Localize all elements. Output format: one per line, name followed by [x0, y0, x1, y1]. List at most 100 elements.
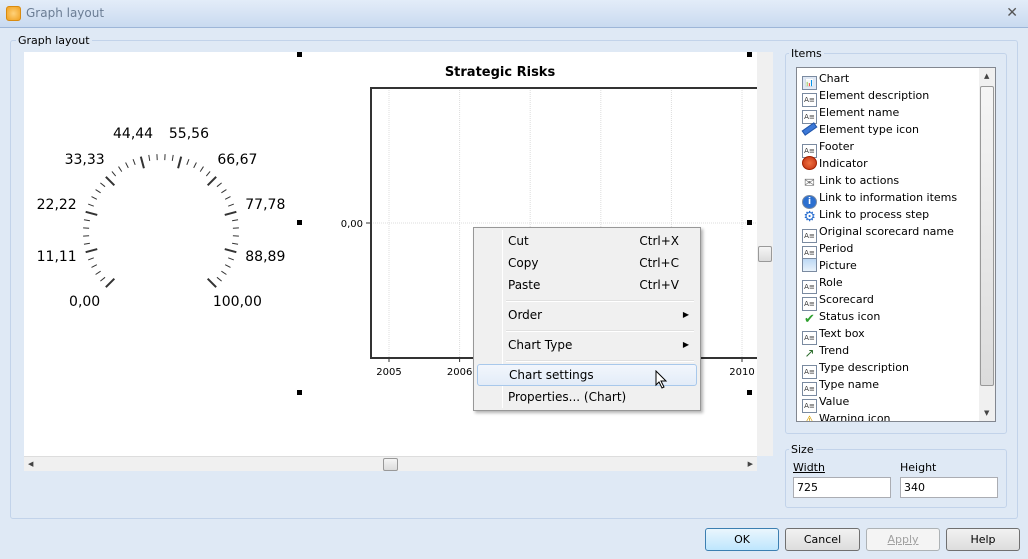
- selection-handle[interactable]: [297, 390, 302, 395]
- scroll-left-icon[interactable]: ◀: [28, 460, 33, 468]
- submenu-arrow-icon: ▶: [682, 340, 689, 349]
- menu-shortcut: Ctrl+C: [639, 256, 679, 270]
- list-item-label: Link to process step: [819, 208, 930, 221]
- items-list[interactable]: 📊 Chart A≡ Element description A≡ Element nam…: [796, 67, 996, 422]
- ok-button[interactable]: OK: [705, 528, 779, 551]
- gauge-major-tick: [177, 156, 183, 169]
- list-item[interactable]: A≡ Role: [802, 274, 843, 294]
- gauge-minor-tick: [88, 203, 94, 207]
- height-label: Height: [900, 461, 937, 474]
- menu-item-paste[interactable]: Paste Ctrl+V: [477, 274, 697, 296]
- title-bar: Graph layout ✕: [0, 0, 1028, 28]
- menu-item-chart-type[interactable]: Chart Type ▶: [477, 334, 697, 356]
- list-item-label: Status icon: [819, 310, 881, 323]
- gauge-minor-tick: [118, 166, 123, 172]
- gauge-minor-tick: [100, 276, 106, 282]
- gauge-minor-tick: [221, 270, 227, 275]
- menu-label: Chart Type: [508, 338, 573, 352]
- gauge-major-tick: [85, 210, 98, 216]
- list-item[interactable]: A≡ Element name: [802, 104, 899, 124]
- width-input[interactable]: 725: [793, 477, 891, 498]
- gauge-minor-tick: [199, 166, 204, 172]
- gauge-minor-tick: [132, 159, 136, 165]
- menu-shortcut: Ctrl+X: [639, 234, 679, 248]
- list-item-label: Link to information items: [819, 191, 958, 204]
- list-item[interactable]: i Link to information items: [802, 189, 958, 209]
- gauge-minor-tick: [171, 154, 174, 161]
- list-item-label: Type description: [819, 361, 909, 374]
- list-item[interactable]: ⚠ Warning icon: [802, 410, 891, 422]
- apply-button[interactable]: Apply: [866, 528, 940, 551]
- list-item[interactable]: ⚙ Link to process step: [802, 206, 930, 225]
- vertical-scrollbar[interactable]: [757, 52, 773, 456]
- menu-label: Cut: [508, 234, 529, 248]
- menu-item-order[interactable]: Order ▶: [477, 304, 697, 326]
- list-item[interactable]: 📊 Chart: [802, 70, 849, 90]
- help-button[interactable]: Help: [946, 528, 1020, 551]
- vertical-scroll-thumb[interactable]: [758, 246, 772, 262]
- gauge-minor-tick: [224, 196, 231, 200]
- menu-separator: [506, 300, 694, 302]
- list-item[interactable]: A≡ Element description: [802, 87, 929, 107]
- gauge-minor-tick: [95, 270, 101, 275]
- horizontal-scrollbar[interactable]: ◀ ▶: [24, 456, 757, 471]
- list-item-label: Warning icon: [819, 412, 891, 422]
- gauge-minor-tick: [205, 171, 211, 177]
- selection-handle[interactable]: [297, 220, 302, 225]
- list-item-label: Footer: [819, 140, 854, 153]
- gauge-label: 88,89: [245, 248, 286, 265]
- selection-handle[interactable]: [297, 52, 302, 57]
- list-item[interactable]: Element type icon: [801, 121, 919, 138]
- list-item[interactable]: ✔ Status icon: [802, 308, 881, 328]
- scroll-down-icon[interactable]: ▼: [984, 409, 989, 417]
- gauge-major-tick: [105, 176, 116, 187]
- gauge-major-tick: [105, 277, 116, 288]
- gauge-label: 33,33: [64, 152, 105, 169]
- list-item[interactable]: A≡ Scorecard: [802, 291, 874, 311]
- gauge-major-tick: [206, 277, 217, 288]
- horizontal-scroll-thumb[interactable]: [383, 458, 398, 471]
- list-item[interactable]: ✉ Link to actions: [802, 172, 899, 192]
- ruler-icon: [801, 122, 818, 136]
- cancel-button[interactable]: Cancel: [785, 528, 860, 551]
- gauge-label: 77,78: [245, 197, 286, 214]
- list-item[interactable]: A≡ Footer: [802, 138, 854, 158]
- gauge-major-tick: [206, 176, 217, 187]
- menu-label: Chart settings: [509, 368, 594, 382]
- list-item[interactable]: Indicator: [802, 155, 868, 172]
- menu-item-cut[interactable]: Cut Ctrl+X: [477, 230, 697, 252]
- list-item[interactable]: A≡ Text box: [802, 325, 865, 345]
- list-item-label: Trend: [819, 344, 850, 357]
- list-item-label: Picture: [819, 259, 857, 272]
- warning-icon: ⚠: [802, 415, 817, 421]
- picture-icon: [802, 258, 817, 272]
- selection-handle[interactable]: [747, 52, 752, 57]
- list-item[interactable]: A≡ Original scorecard name: [802, 223, 954, 243]
- list-item[interactable]: ↗ Trend: [802, 342, 850, 361]
- scroll-up-icon[interactable]: ▲: [984, 72, 989, 80]
- gauge-minor-tick: [216, 276, 222, 282]
- height-input[interactable]: 340: [900, 477, 998, 498]
- scroll-right-icon[interactable]: ▶: [748, 460, 753, 468]
- x-tick-label: 2005: [376, 367, 401, 378]
- gauge-minor-tick: [95, 189, 101, 194]
- list-item[interactable]: A≡ Type description: [802, 359, 909, 379]
- list-item[interactable]: A≡ Type name: [802, 376, 879, 396]
- gauge-minor-tick: [83, 219, 90, 222]
- items-scroll-thumb[interactable]: [980, 86, 994, 386]
- gauge-minor-tick: [228, 257, 234, 261]
- gauge-label: 0,00: [69, 293, 101, 310]
- list-item[interactable]: A≡ Period: [802, 240, 854, 260]
- menu-label: Properties... (Chart): [508, 390, 627, 404]
- list-item-label: Type name: [819, 378, 879, 391]
- list-item-label: Period: [819, 242, 854, 255]
- list-item[interactable]: A≡ Value: [802, 393, 849, 413]
- selection-handle[interactable]: [747, 220, 752, 225]
- gauge-label: 55,56: [168, 126, 209, 143]
- menu-item-copy[interactable]: Copy Ctrl+C: [477, 252, 697, 274]
- items-list-scrollbar[interactable]: ▲ ▼: [979, 68, 995, 421]
- close-icon[interactable]: ✕: [1006, 5, 1018, 21]
- list-item[interactable]: Picture: [802, 257, 857, 274]
- chart-title: Strategic Risks: [444, 65, 556, 80]
- selection-handle[interactable]: [747, 390, 752, 395]
